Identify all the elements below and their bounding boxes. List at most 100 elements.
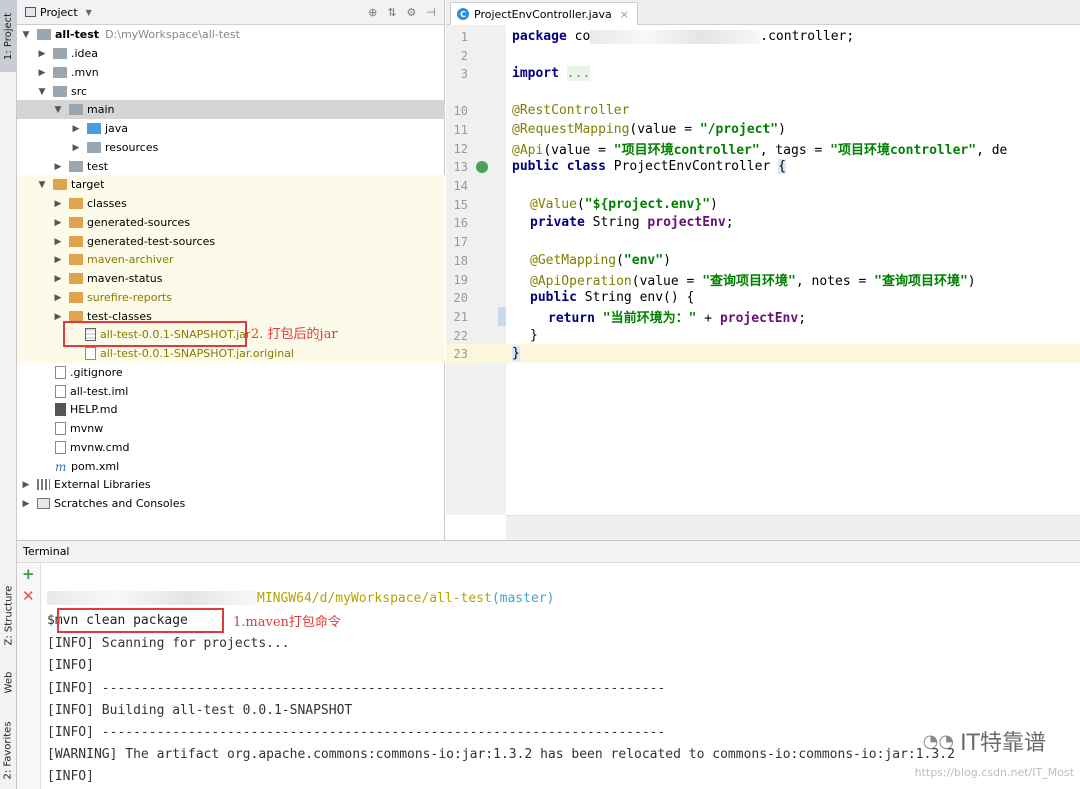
- folded-imports[interactable]: ...: [566, 66, 591, 81]
- tree-item-src[interactable]: ▼ src: [17, 82, 445, 101]
- code-lines: 1 package co .controller; 2 3 import ... …: [446, 25, 1080, 375]
- chevron-right-icon[interactable]: ▶: [21, 480, 31, 490]
- tree-item-test[interactable]: ▶ test: [17, 157, 445, 176]
- chevron-right-icon[interactable]: ▶: [21, 499, 31, 509]
- tree-item-scratches[interactable]: ▶ Scratches and Consoles: [17, 494, 445, 513]
- tree-item-label: java: [105, 122, 129, 135]
- excluded-folder-icon: [69, 254, 83, 265]
- tree-item-target[interactable]: ▼ target: [17, 175, 445, 194]
- hide-icon[interactable]: ⊣: [426, 6, 436, 19]
- chevron-down-icon[interactable]: ▼: [21, 30, 31, 40]
- tree-item-help-md[interactable]: HELP.md: [17, 400, 445, 419]
- chevron-right-icon[interactable]: ▶: [53, 237, 63, 247]
- tree-item-generated-sources[interactable]: ▶ generated-sources: [17, 213, 445, 232]
- project-tree: ▼ all-test D:\myWorkspace\all-test ▶ .id…: [17, 25, 445, 540]
- chevron-right-icon[interactable]: ▶: [53, 274, 63, 284]
- tree-item-mvnw[interactable]: mvnw: [17, 419, 445, 438]
- tree-item-label: .mvn: [71, 66, 99, 79]
- tree-item-label: classes: [87, 197, 127, 210]
- code-text: public String env() {: [530, 290, 695, 305]
- terminal-prompt-line: MINGW64 /d/myWorkspace/all-test (master): [47, 587, 554, 609]
- structure-tool-tab-label: Z: Structure: [3, 585, 15, 645]
- watermark-brand: IT特靠谱: [960, 731, 1046, 756]
- line-number: 17: [453, 234, 468, 249]
- code-text: @Api(value = "项目环境controller", tags = "项…: [512, 143, 1008, 158]
- tree-item-iml[interactable]: all-test.iml: [17, 382, 445, 401]
- tab-projectenvcontroller[interactable]: C ProjectEnvController.java ×: [450, 2, 638, 25]
- tree-item-label: generated-test-sources: [87, 235, 216, 248]
- tree-item-gitignore[interactable]: .gitignore: [17, 363, 445, 382]
- collapse-icon[interactable]: ⇅: [387, 6, 396, 19]
- tree-item-label: resources: [105, 141, 159, 154]
- close-icon[interactable]: ✕: [22, 587, 35, 605]
- chevron-down-icon[interactable]: ▼: [86, 8, 92, 17]
- editor-horizontal-scrollbar[interactable]: [506, 515, 1080, 540]
- terminal-output-line: [INFO] ---------------------------------…: [47, 724, 666, 740]
- tree-item-resources[interactable]: ▶ resources: [17, 138, 445, 157]
- tree-item-label: generated-sources: [87, 216, 191, 229]
- gear-icon[interactable]: ⚙: [407, 6, 417, 19]
- markdown-file-icon: [55, 403, 66, 416]
- line-number: 20: [453, 290, 468, 305]
- project-panel: Project ▼ ⊕ ⇅ ⚙ ⊣ ▼ all-test D:\myWorksp…: [17, 0, 445, 540]
- terminal-output-line: [INFO] ---------------------------------…: [47, 680, 666, 696]
- chevron-right-icon[interactable]: ▶: [53, 312, 63, 322]
- line-number: 1: [460, 29, 468, 44]
- code-text: package co .controller;: [512, 29, 855, 44]
- code-line: 3 import ...: [446, 64, 1080, 83]
- tree-item-mvnw-cmd[interactable]: mvnw.cmd: [17, 438, 445, 457]
- chevron-down-icon[interactable]: ▼: [37, 180, 47, 190]
- java-class-icon: C: [457, 8, 469, 20]
- tree-item-generated-test-sources[interactable]: ▶ generated-test-sources: [17, 232, 445, 251]
- tree-item-surefire-reports[interactable]: ▶ surefire-reports: [17, 288, 445, 307]
- bean-gutter-icon[interactable]: [476, 160, 488, 173]
- library-icon: [37, 479, 50, 490]
- code-text: @ApiOperation(value = "查询项目环境", notes = …: [530, 274, 976, 289]
- chevron-right-icon[interactable]: ▶: [53, 255, 63, 265]
- tree-item-label: all-test-0.0.1-SNAPSHOT.jar.original: [100, 347, 294, 360]
- chevron-right-icon[interactable]: ▶: [71, 143, 81, 153]
- tree-item-java[interactable]: ▶ java: [17, 119, 445, 138]
- chevron-right-icon[interactable]: ▶: [37, 68, 47, 78]
- tree-item-maven-status[interactable]: ▶ maven-status: [17, 269, 445, 288]
- chevron-right-icon[interactable]: ▶: [53, 199, 63, 209]
- code-text: }: [530, 328, 538, 343]
- line-number: 16: [453, 215, 468, 230]
- favorites-tool-tab[interactable]: 2: Favorites: [0, 712, 17, 788]
- terminal-output-line: [INFO]: [47, 768, 94, 784]
- chevron-right-icon[interactable]: ▶: [37, 49, 47, 59]
- terminal-output-line: [INFO]: [47, 657, 94, 673]
- structure-tool-tab[interactable]: Z: Structure: [0, 575, 17, 655]
- excluded-folder-icon: [69, 217, 83, 228]
- project-view-title[interactable]: Project: [40, 6, 78, 19]
- tree-item-external-libraries[interactable]: ▶ External Libraries: [17, 475, 445, 494]
- tree-item-maven-archiver[interactable]: ▶ maven-archiver: [17, 250, 445, 269]
- add-icon[interactable]: +: [22, 565, 35, 583]
- web-tool-tab[interactable]: Web: [0, 662, 17, 702]
- tree-item-idea[interactable]: ▶ .idea: [17, 44, 445, 63]
- tree-item-pom[interactable]: m pom.xml: [17, 457, 445, 476]
- code-line: 20 public String env() {: [446, 288, 1080, 307]
- chevron-right-icon[interactable]: ▶: [71, 124, 81, 134]
- code-text: @GetMapping("env"): [530, 253, 671, 268]
- project-tool-tab[interactable]: 1: Project: [0, 0, 17, 72]
- tree-item-mvn[interactable]: ▶ .mvn: [17, 63, 445, 82]
- locate-icon[interactable]: ⊕: [368, 6, 377, 19]
- code-line: 1 package co .controller;: [446, 27, 1080, 46]
- tree-item-root[interactable]: ▼ all-test D:\myWorkspace\all-test: [17, 25, 445, 44]
- tree-item-label: .idea: [71, 47, 99, 60]
- code-line: 19 @ApiOperation(value = "查询项目环境", notes…: [446, 270, 1080, 290]
- chevron-right-icon[interactable]: ▶: [53, 218, 63, 228]
- terminal-output-line: [WARNING] The artifact org.apache.common…: [47, 746, 955, 762]
- line-number: 14: [453, 178, 468, 193]
- chevron-down-icon[interactable]: ▼: [37, 87, 47, 97]
- close-icon[interactable]: ×: [620, 8, 629, 21]
- chevron-down-icon[interactable]: ▼: [53, 105, 63, 115]
- tree-item-main[interactable]: ▼ main: [17, 100, 445, 119]
- file-icon: [55, 441, 66, 454]
- chevron-right-icon[interactable]: ▶: [53, 162, 63, 172]
- folder-icon: [53, 48, 67, 59]
- tree-item-classes[interactable]: ▶ classes: [17, 194, 445, 213]
- code-line: 10 @RestController: [446, 101, 1080, 120]
- chevron-right-icon[interactable]: ▶: [53, 293, 63, 303]
